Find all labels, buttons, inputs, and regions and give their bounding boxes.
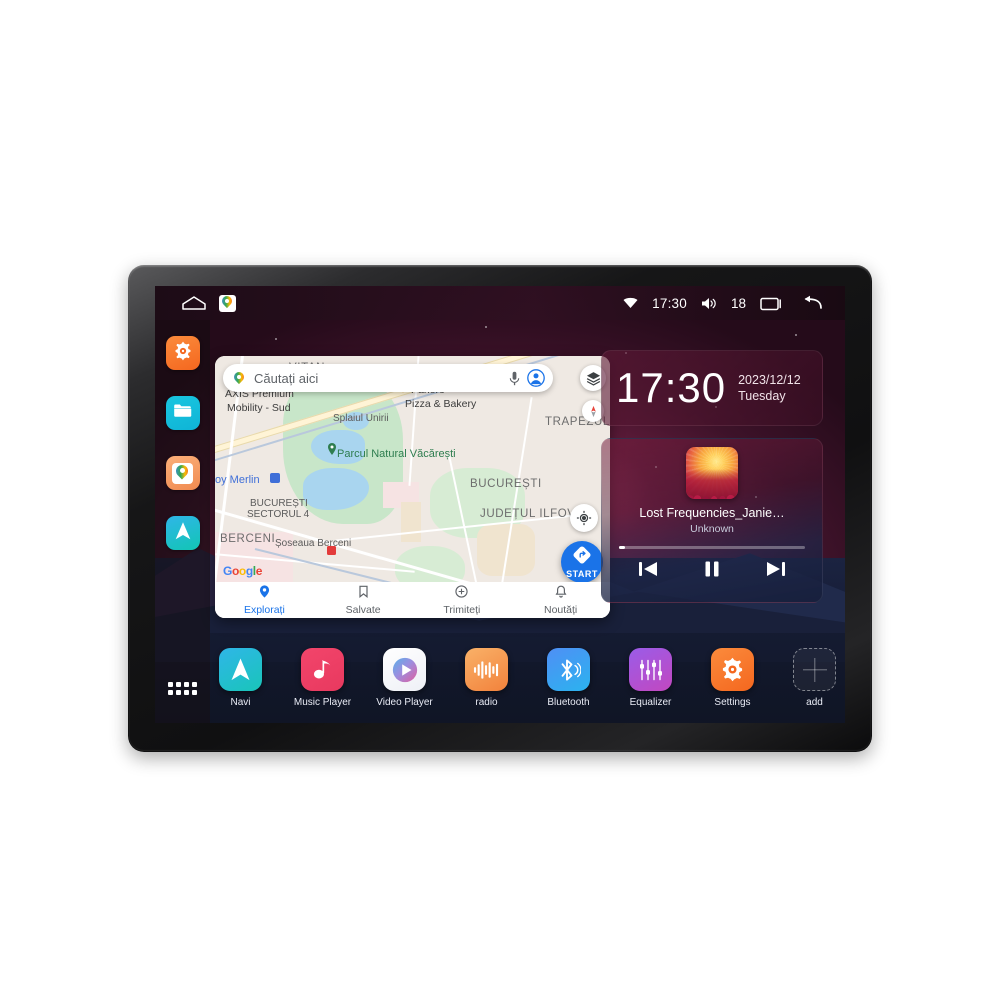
volume-level: 18 <box>730 295 746 311</box>
left-sidebar <box>155 320 210 723</box>
gear-icon <box>172 340 194 367</box>
dock-app-label: Equalizer <box>629 697 672 708</box>
dock-app-bluetooth[interactable]: Bluetooth <box>539 648 599 708</box>
google-watermark: Google <box>223 564 262 578</box>
map-nav-label: Trimiteți <box>443 603 481 616</box>
device-screen: 17:30 18 AXIS Premium Mobility - Sud Piz… <box>155 286 845 723</box>
dock-app-add[interactable]: add <box>785 648 845 708</box>
back-icon[interactable] <box>798 295 823 311</box>
map-nav-label: Salvate <box>345 603 381 616</box>
start-button-label: START <box>566 569 598 579</box>
my-location-icon[interactable] <box>570 504 598 532</box>
dock-app-settings[interactable]: Settings <box>703 648 763 708</box>
wifi-icon <box>623 297 638 309</box>
map-label: Splaiul Unirii <box>333 413 389 424</box>
status-time: 17:30 <box>652 295 687 311</box>
map-nav-explore[interactable]: Explorați <box>215 584 314 616</box>
map-label: Pizza & Bakery <box>405 398 477 410</box>
clock-time: 17:30 <box>616 364 727 411</box>
status-bar: 17:30 18 <box>155 286 845 320</box>
clock-date: 2023/12/12 <box>738 373 801 387</box>
map-label: BUCUREȘTI <box>250 498 308 509</box>
track-title: Lost Frequencies_Janie… <box>639 506 785 520</box>
plus-circle-icon <box>455 584 469 603</box>
app-drawer-icon[interactable] <box>167 681 198 695</box>
google-maps-card[interactable]: VITANAXIS PremiumMobility - SudPaneroPiz… <box>215 356 610 618</box>
map-label: BUCUREȘTI <box>470 478 542 490</box>
dock-app-label: Settings <box>714 697 751 708</box>
car-head-unit-device: 17:30 18 AXIS Premium Mobility - Sud Piz… <box>128 265 872 752</box>
skip-previous-icon[interactable] <box>637 559 659 579</box>
map-search-bar[interactable]: Căutați aici <box>223 364 553 392</box>
map-nav-updates[interactable]: Noutăți <box>511 585 610 616</box>
music-player-widget[interactable]: Lost Frequencies_Janie… Unknown <box>601 438 823 603</box>
google-maps-icon <box>172 462 193 484</box>
dock-app-label: radio <box>475 697 498 708</box>
dock-app-label: Video Player <box>376 697 433 708</box>
bookmark-icon <box>358 585 369 603</box>
map-label: oy Merlin <box>215 474 260 486</box>
dock-app-radio[interactable]: radio <box>457 648 517 708</box>
gear-icon <box>711 648 754 691</box>
pause-icon[interactable] <box>703 559 721 579</box>
map-label: BERCENI <box>220 533 276 545</box>
app-dock: Navi Music Player Video Player radio Blu… <box>210 633 845 723</box>
map-nav-label: Noutăți <box>543 603 578 616</box>
music-controls <box>637 559 787 579</box>
map-nav-contribute[interactable]: Trimiteți <box>413 584 512 616</box>
album-art <box>686 447 738 499</box>
map-canvas[interactable]: VITANAXIS PremiumMobility - SudPaneroPiz… <box>215 356 610 618</box>
bluetooth-icon <box>547 648 590 691</box>
progress-fill <box>619 546 625 549</box>
account-avatar-icon[interactable] <box>527 369 545 387</box>
clock-widget[interactable]: 17:30 2023/12/12 Tuesday <box>601 350 823 426</box>
add-placeholder-icon <box>793 648 836 691</box>
navigation-diamond-icon <box>572 545 592 570</box>
sidebar-item-files[interactable] <box>165 396 200 430</box>
dock-app-navi[interactable]: Navi <box>211 648 271 708</box>
dock-app-label: add <box>806 697 823 708</box>
play-circle-icon <box>383 648 426 691</box>
dock-app-music-player[interactable]: Music Player <box>293 648 353 708</box>
dock-app-label: Music Player <box>293 697 352 708</box>
start-navigation-button[interactable]: START <box>561 541 603 583</box>
sidebar-item-maps[interactable] <box>165 456 200 490</box>
search-input[interactable]: Căutați aici <box>254 371 502 386</box>
track-artist: Unknown <box>690 523 734 535</box>
recents-icon[interactable] <box>760 296 784 311</box>
dock-app-label: Navi <box>230 697 251 708</box>
map-label: Șoseaua Berceni <box>275 538 352 549</box>
navigation-arrow-icon <box>219 648 262 691</box>
google-maps-icon[interactable] <box>219 294 236 312</box>
google-maps-pin-icon <box>231 370 247 386</box>
skip-next-icon[interactable] <box>765 559 787 579</box>
sidebar-item-navi[interactable] <box>165 516 200 550</box>
dock-app-video-player[interactable]: Video Player <box>375 648 435 708</box>
music-note-icon <box>301 648 344 691</box>
equalizer-sliders-icon <box>629 648 672 691</box>
map-pin-icon <box>259 584 270 603</box>
volume-icon[interactable] <box>701 297 717 310</box>
map-label: SECTORUL 4 <box>247 509 310 520</box>
playback-progress-bar[interactable] <box>619 546 805 549</box>
map-nav-label: Explorați <box>243 603 285 616</box>
map-label: Parcul Natural Văcărești <box>337 448 456 460</box>
maps-bottom-nav: Explorați Salvate Trimiteți Noutăți <box>215 582 610 618</box>
waveform-icon <box>465 648 508 691</box>
map-label: JUDEȚUL ILFOV <box>480 508 576 520</box>
home-icon[interactable] <box>181 295 207 311</box>
folder-icon <box>172 400 193 426</box>
bell-icon <box>555 585 567 603</box>
clock-weekday: Tuesday <box>738 389 786 403</box>
dock-app-label: Bluetooth <box>547 697 590 708</box>
map-nav-saved[interactable]: Salvate <box>314 585 413 616</box>
dock-app-equalizer[interactable]: Equalizer <box>621 648 681 708</box>
microphone-icon[interactable] <box>509 371 520 386</box>
sidebar-item-settings[interactable] <box>165 336 200 370</box>
map-label: Mobility - Sud <box>227 402 291 414</box>
navigation-arrow-icon <box>172 520 194 547</box>
